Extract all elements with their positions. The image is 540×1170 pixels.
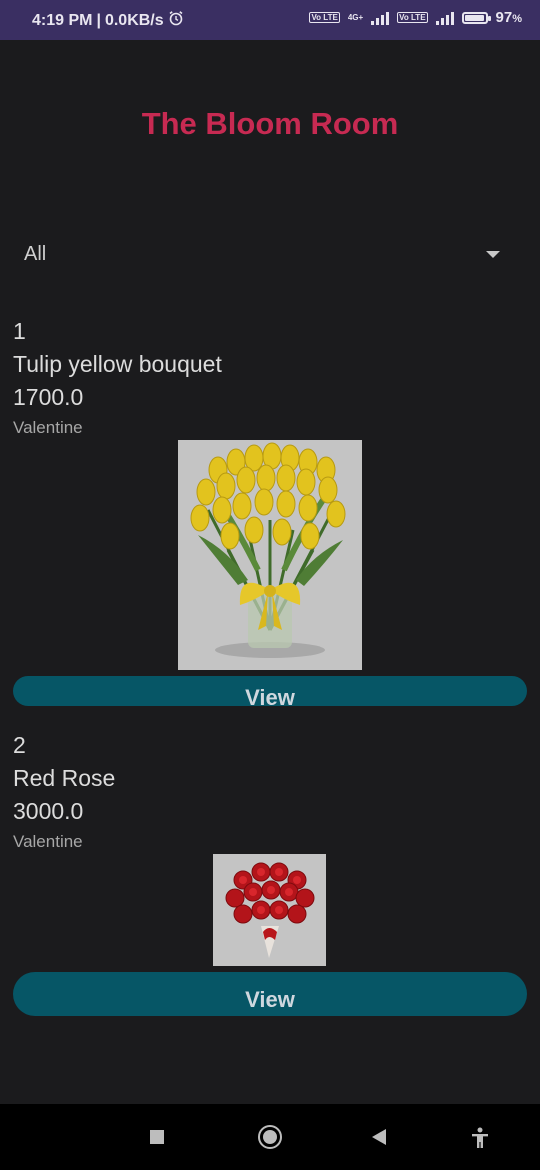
battery-percent: 97% [495,9,522,26]
dropdown-caret-icon [486,251,500,258]
product-item: 2 Red Rose 3000.0 Valentine [13,731,527,852]
back-icon[interactable] [372,1129,386,1145]
product-name: Red Rose [13,765,116,791]
product-index: 2 [13,732,26,758]
signal-icon-2 [435,11,454,25]
status-right: Vo LTE 4G+ Vo LTE 97% [309,9,522,26]
battery-fill [464,14,484,21]
app-title: The Bloom Room [141,106,399,141]
accessibility-icon[interactable] [470,1127,490,1149]
view-button[interactable]: View [13,676,527,706]
status-left: 4:19 PM | 0.0KB/s [32,10,184,31]
system-nav-bar [0,1104,540,1170]
product-price: 1700.0 [13,384,84,410]
product-index: 1 [13,318,26,344]
status-bar: 4:19 PM | 0.0KB/s Vo LTE 4G+ Vo LTE 97% [0,0,540,40]
dropdown-selected-value: All [24,243,47,265]
product-name: Tulip yellow bouquet [13,351,222,377]
product-category: Valentine [13,832,83,851]
product-category: Valentine [13,418,83,437]
product-image-rose [213,854,326,966]
recents-icon[interactable] [150,1130,164,1144]
volte-indicator-2: Vo LTE [397,12,428,23]
network-type: 4G+ [347,13,364,22]
signal-icon [371,11,390,25]
product-price: 3000.0 [13,798,84,824]
alarm-icon [168,10,184,31]
status-time: 4:19 PM [32,11,93,29]
status-separator: | [96,11,101,29]
product-item: 1 Tulip yellow bouquet 1700.0 Valentine [13,317,527,438]
view-button[interactable]: View [13,972,527,1016]
home-icon[interactable] [258,1125,282,1149]
status-speed: 0.0KB/s [104,11,164,29]
product-image-tulip [178,440,362,670]
category-dropdown[interactable]: All [24,240,500,272]
volte-indicator: Vo LTE [309,12,340,23]
battery-icon [461,11,491,24]
